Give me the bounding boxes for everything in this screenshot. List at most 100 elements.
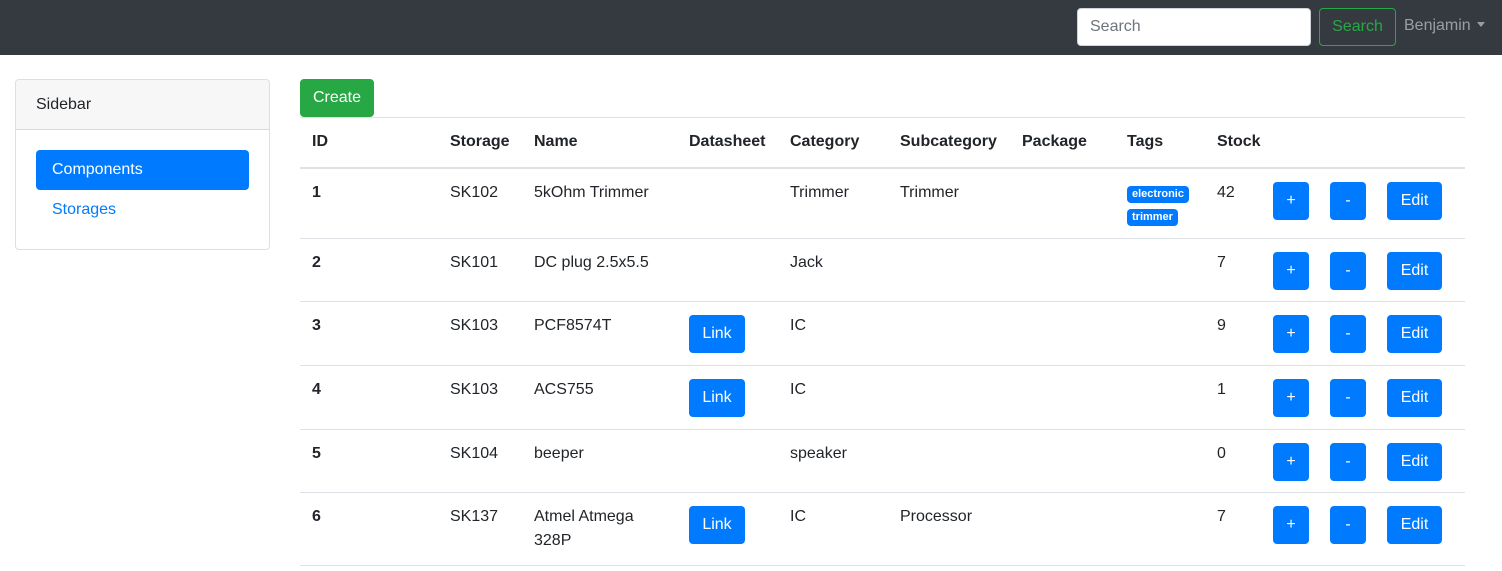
- table-header-row: ID Storage Name Datasheet Category Subca…: [300, 117, 1465, 169]
- user-name: Benjamin: [1404, 17, 1471, 34]
- table-row: 3 SK103 PCF8574T Link IC 9 + - Edit: [300, 301, 1465, 366]
- cell-tags: [1115, 492, 1205, 566]
- edit-button[interactable]: Edit: [1387, 314, 1442, 353]
- cell-name: beeper: [522, 429, 677, 493]
- sidebar-item-components[interactable]: Components: [36, 150, 249, 190]
- table-row: 4 SK103 ACS755 Link IC 1 + - Edit: [300, 365, 1465, 430]
- cell-package: [1010, 365, 1115, 430]
- cell-category: IC: [778, 492, 888, 566]
- cell-name: 5kOhm Trimmer: [522, 167, 677, 239]
- header-stock: Stock: [1205, 117, 1273, 169]
- header-name: Name: [522, 117, 677, 169]
- user-dropdown[interactable]: Benjamin: [1404, 17, 1485, 35]
- create-button[interactable]: Create: [300, 79, 374, 117]
- edit-button[interactable]: Edit: [1387, 505, 1442, 544]
- cell-id: 1: [300, 167, 438, 239]
- cell-action-edit: Edit: [1387, 301, 1465, 366]
- cell-datasheet: Link: [677, 492, 778, 566]
- datasheet-link-button[interactable]: Link: [689, 314, 745, 353]
- increment-stock-button[interactable]: +: [1273, 505, 1309, 544]
- sidebar-nav: Components Storages: [16, 130, 269, 249]
- table-row: 2 SK101 DC plug 2.5x5.5 Jack 7 + - Edit: [300, 238, 1465, 302]
- search-input[interactable]: [1077, 8, 1311, 46]
- edit-button[interactable]: Edit: [1387, 181, 1442, 220]
- decrement-stock-button[interactable]: -: [1330, 505, 1366, 544]
- header-action-minus: [1330, 117, 1387, 169]
- edit-button[interactable]: Edit: [1387, 442, 1442, 481]
- decrement-stock-button[interactable]: -: [1330, 314, 1366, 353]
- cell-action-minus: -: [1330, 167, 1387, 239]
- cell-stock: 1: [1205, 365, 1273, 430]
- increment-stock-button[interactable]: +: [1273, 442, 1309, 481]
- cell-stock: 9: [1205, 301, 1273, 366]
- sidebar: Sidebar Components Storages: [15, 79, 270, 250]
- sidebar-item-storages[interactable]: Storages: [36, 190, 249, 230]
- cell-stock: 0: [1205, 429, 1273, 493]
- cell-action-minus: -: [1330, 238, 1387, 302]
- cell-id: 6: [300, 492, 438, 566]
- cell-tags: electronic trimmer: [1115, 167, 1205, 239]
- cell-action-minus: -: [1330, 301, 1387, 366]
- cell-action-minus: -: [1330, 365, 1387, 430]
- cell-action-edit: Edit: [1387, 238, 1465, 302]
- cell-package: [1010, 301, 1115, 366]
- cell-storage: SK103: [438, 301, 522, 366]
- cell-action-plus: +: [1273, 167, 1330, 239]
- cell-package: [1010, 429, 1115, 493]
- header-storage: Storage: [438, 117, 522, 169]
- cell-subcategory: Trimmer: [888, 167, 1010, 239]
- increment-stock-button[interactable]: +: [1273, 378, 1309, 417]
- header-action-edit: [1387, 117, 1465, 169]
- table-row: 5 SK104 beeper speaker 0 + - Edit: [300, 429, 1465, 493]
- cell-storage: SK104: [438, 429, 522, 493]
- cell-action-plus: +: [1273, 429, 1330, 493]
- increment-stock-button[interactable]: +: [1273, 314, 1309, 353]
- header-datasheet: Datasheet: [677, 117, 778, 169]
- cell-subcategory: [888, 429, 1010, 493]
- cell-id: 4: [300, 365, 438, 430]
- edit-button[interactable]: Edit: [1387, 378, 1442, 417]
- cell-subcategory: [888, 301, 1010, 366]
- header-tags: Tags: [1115, 117, 1205, 169]
- cell-action-minus: -: [1330, 429, 1387, 493]
- cell-tags: [1115, 429, 1205, 493]
- decrement-stock-button[interactable]: -: [1330, 181, 1366, 220]
- components-table: ID Storage Name Datasheet Category Subca…: [300, 117, 1465, 566]
- cell-storage: SK101: [438, 238, 522, 302]
- decrement-stock-button[interactable]: -: [1330, 251, 1366, 290]
- datasheet-link-button[interactable]: Link: [689, 505, 745, 544]
- cell-category: Trimmer: [778, 167, 888, 239]
- cell-action-plus: +: [1273, 492, 1330, 566]
- cell-category: IC: [778, 365, 888, 430]
- search-button[interactable]: Search: [1319, 8, 1396, 46]
- cell-action-edit: Edit: [1387, 429, 1465, 493]
- increment-stock-button[interactable]: +: [1273, 181, 1309, 220]
- cell-storage: SK102: [438, 167, 522, 239]
- cell-tags: [1115, 365, 1205, 430]
- increment-stock-button[interactable]: +: [1273, 251, 1309, 290]
- cell-id: 5: [300, 429, 438, 493]
- cell-action-edit: Edit: [1387, 167, 1465, 239]
- edit-button[interactable]: Edit: [1387, 251, 1442, 290]
- cell-subcategory: [888, 238, 1010, 302]
- table-row: 1 SK102 5kOhm Trimmer Trimmer Trimmer electro…: [300, 167, 1465, 239]
- datasheet-link-button[interactable]: Link: [689, 378, 745, 417]
- decrement-stock-button[interactable]: -: [1330, 378, 1366, 417]
- sidebar-title: Sidebar: [16, 80, 269, 130]
- header-subcategory: Subcategory: [888, 117, 1010, 169]
- decrement-stock-button[interactable]: -: [1330, 442, 1366, 481]
- header-category: Category: [778, 117, 888, 169]
- cell-category: IC: [778, 301, 888, 366]
- table-row: 6 SK137 Atmel Atmega 328P Link IC Processor 7 +…: [300, 492, 1465, 566]
- header-package: Package: [1010, 117, 1115, 169]
- cell-action-plus: +: [1273, 365, 1330, 430]
- cell-subcategory: Processor: [888, 492, 1010, 566]
- cell-storage: SK137: [438, 492, 522, 566]
- caret-down-icon: [1476, 22, 1485, 27]
- header-action-plus: [1273, 117, 1330, 169]
- cell-action-edit: Edit: [1387, 365, 1465, 430]
- cell-tags: [1115, 301, 1205, 366]
- cell-package: [1010, 238, 1115, 302]
- cell-datasheet: [677, 429, 778, 493]
- cell-category: speaker: [778, 429, 888, 493]
